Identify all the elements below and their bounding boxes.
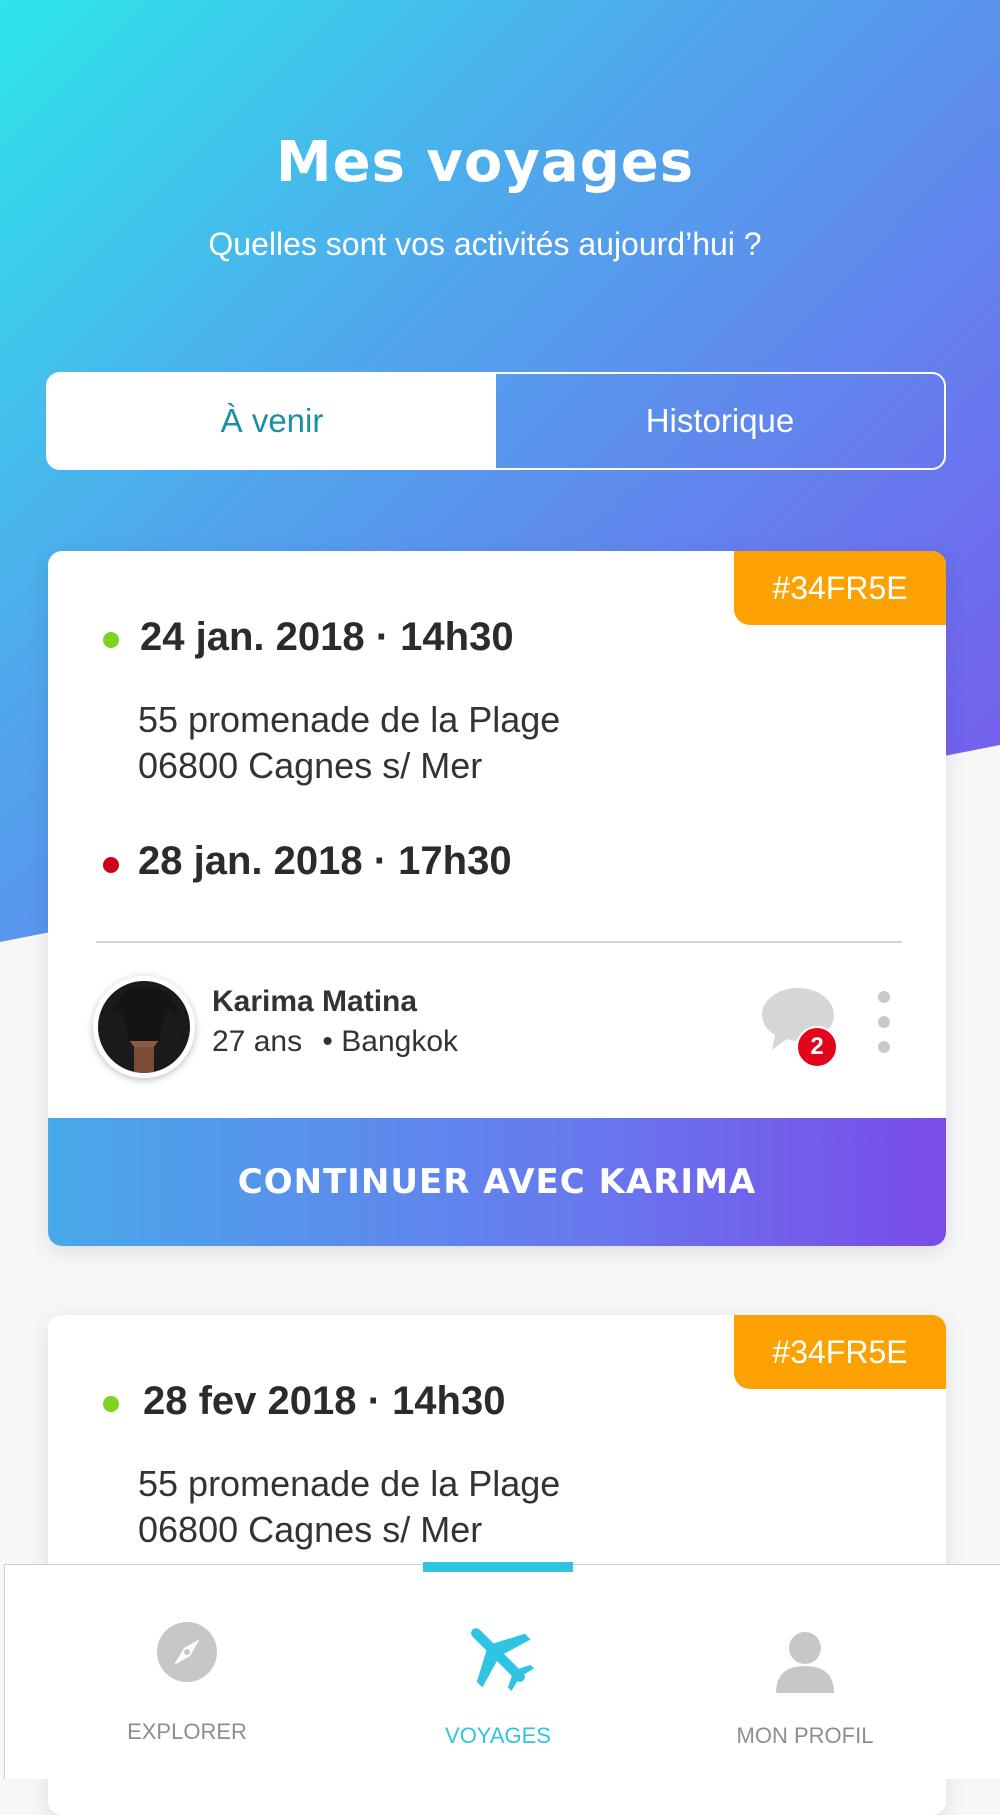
address-line-1: 55 promenade de la Plage [138,699,561,740]
unread-count-badge: 2 [796,1026,838,1068]
tab-mon-profil[interactable]: MON PROFIL [705,1565,905,1779]
address-line-2: 06800 Cagnes s/ Mer [138,745,483,786]
user-icon [774,1631,836,1698]
card-divider [96,941,902,943]
chat-button[interactable]: 2 [760,986,838,1068]
return-status-dot [103,857,119,873]
tab-mon-profil-label: MON PROFIL [736,1723,874,1748]
traveler-name: Karima Matina [212,985,418,1018]
tab-explorer-label: EXPLORER [127,1719,247,1744]
tab-voyages-label: VOYAGES [445,1723,551,1748]
return-datetime: 28 jan. 2018 · 17h30 [138,839,512,883]
departure-address: 55 promenade de la Plage 06800 Cagnes s/… [138,697,560,789]
address-line-1: 55 promenade de la Plage [138,1463,561,1504]
tab-voyages[interactable]: VOYAGES [398,1565,598,1779]
trip-code-badge: #34FR5E [734,1315,946,1389]
more-options-icon[interactable] [874,991,894,1061]
departure-address: 55 promenade de la Plage 06800 Cagnes s/… [138,1461,560,1553]
departure-datetime: 24 jan. 2018 · 14h30 [140,615,514,659]
bottom-tab-bar: EXPLORER VOYAGES MON PROFIL [4,1562,1000,1779]
departure-datetime: 28 fev 2018 · 14h30 [143,1379,506,1423]
compass-icon [156,1621,218,1688]
trips-segmented-control: À venir Historique [46,372,946,470]
airplane-icon [460,1617,536,1698]
traveler-age: 27 ans [212,1025,303,1058]
departure-status-dot [103,1396,119,1412]
address-line-2: 06800 Cagnes s/ Mer [138,1509,483,1550]
continue-with-traveler-button[interactable]: CONTINUER AVEC KARIMA [48,1118,946,1246]
segment-upcoming[interactable]: À venir [48,374,496,468]
avatar[interactable] [93,976,195,1078]
avatar-portrait [104,981,184,1073]
departure-status-dot [103,632,119,648]
page-subtitle: Quelles sont vos activités aujourd’hui ? [208,226,762,262]
page-title: Mes voyages [275,130,695,195]
tab-explorer[interactable]: EXPLORER [87,1565,287,1779]
trip-card[interactable]: #34FR5E 24 jan. 2018 · 14h30 55 promenad… [48,551,946,1246]
traveler-meta: 27 ans • Bangkok [212,1025,458,1059]
trip-code-badge: #34FR5E [734,551,946,625]
traveler-city: • Bangkok [322,1025,459,1058]
segment-history[interactable]: Historique [496,374,944,468]
